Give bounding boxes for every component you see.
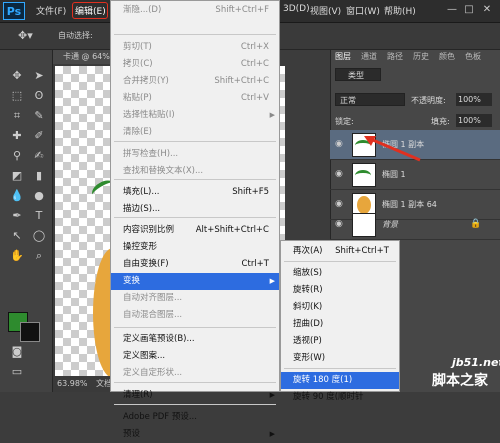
menu-item-label: 缩放(S) — [293, 268, 323, 278]
menu-item-label: 渐隐...(D) — [123, 5, 162, 15]
transform-menu-item[interactable]: 变形(W) — [281, 350, 399, 367]
menu-item-label: 预设 — [123, 429, 141, 439]
menu-item-shortcut: Shift+Ctrl+C — [214, 76, 269, 86]
edit-menu-item: 自动混合图层... — [111, 307, 279, 324]
transform-menu-item[interactable]: 缩放(S) — [281, 265, 399, 282]
menu-item-label: 内容识别比例 — [123, 225, 175, 235]
transform-menu-item[interactable]: 扭曲(D) — [281, 316, 399, 333]
menu-separator — [114, 217, 276, 218]
edit-menu-item[interactable]: 变换 ▶ — [111, 273, 279, 290]
edit-menu-item[interactable]: 内容识别比例 Alt+Shift+Ctrl+C — [111, 222, 279, 239]
menu-item-label: 定义画笔预设(B)... — [123, 334, 195, 344]
edit-menu-item: 拼写检查(H)... — [111, 146, 279, 163]
edit-menu-item[interactable]: 定义图案... — [111, 348, 279, 365]
submenu-arrow-icon: ▶ — [269, 430, 275, 438]
menu-item-label: Adobe PDF 预设... — [123, 412, 197, 422]
edit-menu-item[interactable]: 清理(R) ▶ — [111, 387, 279, 404]
edit-menu-item[interactable]: 自由变换(F) Ctrl+T — [111, 256, 279, 273]
menu-item-label: 合并拷贝(Y) — [123, 76, 169, 86]
transform-menu-item[interactable]: 斜切(K) — [281, 299, 399, 316]
menu-item-label: 自动对齐图层... — [123, 293, 183, 303]
menu-separator — [284, 261, 396, 262]
menu-item-label: 旋转(R) — [293, 285, 323, 295]
watermark-url: jb51.net — [452, 356, 500, 369]
edit-menu-item[interactable]: 描边(S)... — [111, 201, 279, 218]
edit-menu-item[interactable]: 操控变形 — [111, 239, 279, 256]
menu-item-label: 自动混合图层... — [123, 310, 183, 320]
edit-menu-item[interactable]: 填充(L)... Shift+F5 — [111, 184, 279, 201]
menu-separator — [114, 179, 276, 180]
edit-menu-item: 自动对齐图层... — [111, 290, 279, 307]
menu-item-label: 选择性粘贴(I) — [123, 110, 175, 120]
menu-separator — [114, 382, 276, 383]
menu-item-shortcut: Shift+F5 — [232, 187, 269, 197]
menu-item-label: 扭曲(D) — [293, 319, 324, 329]
edit-menu-item[interactable]: 预设 ▶ — [111, 426, 279, 443]
menu-item-label: 透视(P) — [293, 336, 322, 346]
annotation-arrow-layer — [367, 136, 421, 162]
edit-menu-item[interactable]: Adobe PDF 预设... — [111, 409, 279, 426]
menu-item-label: 剪切(T) — [123, 42, 152, 52]
menu-item-label: 再次(A) — [293, 246, 323, 256]
edit-menu-item: 清除(E) — [111, 124, 279, 141]
menu-item-label: 变换 — [123, 276, 141, 286]
menu-item-label: 操控变形 — [123, 242, 158, 252]
menu-item-shortcut: Shift+Ctrl+F — [215, 5, 269, 15]
menu-item-label: 变形(W) — [293, 353, 326, 363]
menu-item-shortcut: Ctrl+T — [241, 259, 269, 269]
menu-item-label: 拷贝(C) — [123, 59, 153, 69]
menu-item-label: 查找和替换文本(X)... — [123, 166, 204, 176]
menu-item-label: 粘贴(P) — [123, 93, 152, 103]
edit-menu-item: 拷贝(C) Ctrl+C — [111, 56, 279, 73]
transform-menu-item[interactable]: 再次(A) Shift+Ctrl+T — [281, 243, 399, 260]
edit-menu-item: 渐隐...(D) Shift+Ctrl+F — [111, 2, 279, 19]
edit-menu-item: 粘贴(P) Ctrl+V — [111, 90, 279, 107]
menu-item-label: 自由变换(F) — [123, 259, 169, 269]
transform-menu-item[interactable]: 旋转 180 度(1) — [281, 372, 399, 389]
edit-menu-item[interactable]: 定义画笔预设(B)... — [111, 331, 279, 348]
menu-item-shortcut: Alt+Shift+Ctrl+C — [195, 225, 269, 235]
menu-item-label: 斜切(K) — [293, 302, 323, 312]
edit-menu-item: 查找和替换文本(X)... — [111, 163, 279, 180]
menu-item-label: 定义自定形状... — [123, 368, 183, 378]
transform-menu-item[interactable]: 透视(P) — [281, 333, 399, 350]
menu-item-label: 拼写检查(H)... — [123, 149, 179, 159]
menu-item-shortcut: Ctrl+X — [240, 42, 269, 52]
menu-item-label: 清除(E) — [123, 127, 153, 137]
submenu-arrow-icon: ▶ — [269, 391, 275, 399]
transform-menu-item[interactable]: 旋转(R) — [281, 282, 399, 299]
watermark-title: 脚本之家 — [432, 373, 488, 389]
menu-item-shortcut: Shift+Ctrl+T — [335, 246, 389, 256]
menu-item-shortcut: Ctrl+C — [240, 59, 269, 69]
menu-separator — [114, 404, 276, 405]
menu-separator — [114, 327, 276, 328]
submenu-arrow-icon: ▶ — [269, 277, 275, 285]
menu-item-label: 旋转 180 度(1) — [293, 375, 353, 385]
submenu-arrow-icon: ▶ — [269, 111, 275, 119]
edit-menu-item: 剪切(T) Ctrl+X — [111, 39, 279, 56]
menu-item-shortcut: Ctrl+V — [240, 93, 269, 103]
edit-menu-item: 选择性粘贴(I) ▶ — [111, 107, 279, 124]
menu-separator — [114, 34, 276, 35]
transform-submenu: 再次(A) Shift+Ctrl+T 缩放(S) 旋转(R) 斜切(K) 扭曲(D) 透视(… — [280, 240, 400, 402]
edit-menu-item: 定义自定形状... — [111, 365, 279, 382]
menu-item-label: 清理(R) — [123, 390, 153, 400]
menu-item-label: 定义图案... — [123, 351, 166, 361]
menu-separator — [284, 368, 396, 369]
edit-menu-item: 合并拷贝(Y) Shift+Ctrl+C — [111, 73, 279, 90]
edit-menu: 渐隐...(D) Shift+Ctrl+F 剪切(T) Ctrl+X 拷贝(C) Ctrl… — [110, 0, 280, 439]
menu-separator — [114, 141, 276, 142]
menu-item-label: 描边(S)... — [123, 204, 161, 214]
menu-item-label: 填充(L)... — [123, 187, 160, 197]
